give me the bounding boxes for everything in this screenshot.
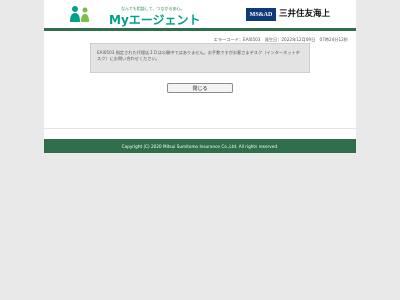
company-name: 三井住友海上 bbox=[279, 9, 331, 19]
error-message-text: EAI0503 指定された代理店ＩＤは公開中ではありません。お手数ですがお客さま… bbox=[97, 50, 300, 61]
copyright-text: Copyright (C) 2020 Mitsui Sumitomo Insur… bbox=[121, 143, 279, 149]
site-header: なんでも相談して、つながる安心。 Myエージェント MS&AD 三井住友海上 bbox=[44, 0, 356, 28]
page-container: なんでも相談して、つながる安心。 Myエージェント MS&AD 三井住友海上 エ… bbox=[44, 0, 356, 153]
my-agent-logo: なんでも相談して、つながる安心。 Myエージェント bbox=[69, 4, 201, 27]
logo-brand-name: Myエージェント bbox=[109, 13, 201, 27]
site-footer: Copyright (C) 2020 Mitsui Sumitomo Insur… bbox=[44, 139, 356, 153]
msad-logo-badge: MS&AD bbox=[246, 8, 276, 21]
footer-divider bbox=[44, 128, 356, 129]
people-icon bbox=[70, 6, 89, 22]
error-message-box: EAI0503 指定された代理店ＩＤは公開中ではありません。お手数ですがお客さま… bbox=[90, 43, 310, 73]
header-divider bbox=[44, 28, 356, 31]
close-button[interactable]: 閉じる bbox=[167, 83, 233, 93]
